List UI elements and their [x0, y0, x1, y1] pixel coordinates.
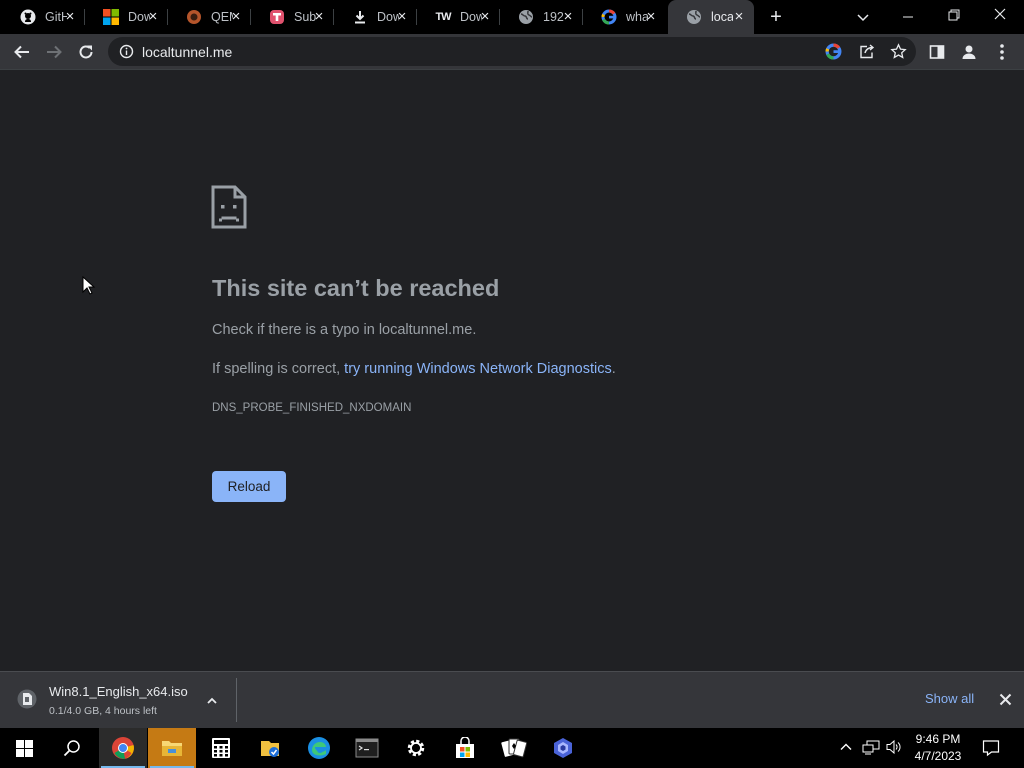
profile-avatar-icon[interactable] [955, 38, 983, 66]
tab-download-microsoft[interactable]: Download × [85, 0, 168, 34]
taskbar-chrome-icon[interactable] [99, 728, 147, 768]
reload-button[interactable]: Reload [212, 471, 286, 502]
reload-icon[interactable] [72, 38, 100, 66]
qemu-icon [186, 9, 202, 25]
network-diagnostics-link[interactable]: try running Windows Network Diagnostics [344, 361, 612, 377]
taskbar-files-icon[interactable] [246, 728, 294, 768]
tab-github[interactable]: GitHub × [2, 0, 85, 34]
tab-qemu[interactable]: QEMU × [168, 0, 251, 34]
taskbar-terminal-icon[interactable] [343, 728, 391, 768]
taskbar-search-icon[interactable] [48, 728, 96, 768]
tab-google-search[interactable]: what × [583, 0, 666, 34]
github-icon [20, 9, 36, 25]
menu-kebab-icon[interactable] [988, 38, 1016, 66]
close-window-icon[interactable] [992, 6, 1008, 22]
side-panel-icon[interactable] [923, 38, 951, 66]
close-tab-icon[interactable]: × [561, 9, 575, 24]
globe-icon [518, 9, 534, 25]
close-tab-icon[interactable]: × [644, 9, 658, 24]
address-bar[interactable]: localtunnel.me [108, 37, 916, 66]
network-icon[interactable] [862, 739, 880, 760]
close-tab-icon[interactable]: × [63, 9, 77, 24]
close-tab-icon[interactable]: × [478, 9, 492, 24]
diagnostics-suffix: . [611, 361, 616, 377]
close-shelf-icon[interactable] [999, 693, 1012, 711]
tab-search-chevron-icon[interactable] [855, 9, 871, 25]
diagnostics-prefix: If spelling is correct, [212, 361, 345, 377]
close-tab-icon[interactable]: × [395, 9, 409, 24]
download-filename: Win8.1_English_x64.iso [49, 684, 188, 699]
tw-icon: TW [435, 11, 451, 23]
shelf-divider [236, 678, 237, 722]
google-lens-icon[interactable] [825, 43, 842, 65]
tab-192[interactable]: 192 × [500, 0, 583, 34]
tab-sub[interactable]: Sub × [251, 0, 334, 34]
taskbar-solitaire-icon[interactable] [490, 728, 538, 768]
close-tab-icon[interactable]: × [732, 9, 746, 24]
share-icon[interactable] [858, 43, 875, 65]
tab-localtunnel-active[interactable]: localtunnel.me × [668, 0, 754, 34]
show-all-link[interactable]: Show all [925, 691, 974, 706]
microsoft-icon [103, 9, 119, 25]
chevron-up-icon[interactable] [205, 694, 219, 713]
mouse-cursor-icon [82, 275, 96, 301]
download-item[interactable]: Win8.1_English_x64.iso 0.1/4.0 GB, 4 hou… [0, 672, 236, 729]
tab-title: localtunnel.me [711, 10, 733, 24]
tab-download-tw[interactable]: TW Download × [417, 0, 500, 34]
bookmark-star-icon[interactable] [890, 43, 907, 65]
info-icon[interactable] [119, 44, 134, 64]
taskbar-settings-gear-icon[interactable] [392, 728, 440, 768]
clock-date[interactable]: 4/7/2023 [905, 749, 971, 763]
clock-time[interactable]: 9:46 PM [905, 732, 971, 746]
sad-page-icon [211, 185, 247, 234]
taskbar-edge-icon[interactable] [295, 728, 343, 768]
tab-download-file[interactable]: Download × [334, 0, 417, 34]
close-tab-icon[interactable]: × [146, 9, 160, 24]
close-tab-icon[interactable]: × [229, 9, 243, 24]
show-hidden-icons-chevron-icon[interactable] [839, 740, 853, 759]
volume-icon[interactable] [885, 739, 903, 760]
taskbar-app-icon[interactable] [539, 728, 587, 768]
notifications-icon[interactable] [982, 739, 1000, 762]
file-icon [17, 688, 37, 715]
error-title: This site can’t be reached [212, 275, 500, 301]
subtitle-icon [269, 9, 285, 25]
new-tab-icon[interactable]: + [766, 7, 786, 27]
taskbar-calculator-icon[interactable] [197, 728, 245, 768]
taskbar-store-icon[interactable] [441, 728, 489, 768]
google-icon [601, 9, 617, 25]
taskbar-file-explorer-icon[interactable] [148, 728, 196, 768]
download-status: 0.1/4.0 GB, 4 hours left [49, 705, 157, 717]
tab-strip: GitHub × Download × QEMU × Sub × Downloa… [0, 0, 1024, 34]
download-shelf: Win8.1_English_x64.iso 0.1/4.0 GB, 4 hou… [0, 671, 1024, 728]
typo-hint-text: Check if there is a typo in localtunnel.… [212, 322, 477, 338]
minimize-icon[interactable] [900, 9, 916, 25]
restore-icon[interactable] [946, 7, 962, 23]
error-code: DNS_PROBE_FINISHED_NXDOMAIN [212, 402, 412, 414]
url-text: localtunnel.me [142, 44, 233, 60]
diagnostics-hint: If spelling is correct, try running Wind… [212, 361, 616, 377]
windows-taskbar: 9:46 PM 4/7/2023 [0, 728, 1024, 768]
close-tab-icon[interactable]: × [312, 9, 326, 24]
start-windows-icon[interactable] [0, 728, 48, 768]
download-icon [352, 9, 368, 25]
browser-toolbar: localtunnel.me [0, 34, 1024, 70]
globe-icon [686, 9, 702, 25]
forward-arrow-icon[interactable] [40, 38, 68, 66]
back-arrow-icon[interactable] [8, 38, 36, 66]
